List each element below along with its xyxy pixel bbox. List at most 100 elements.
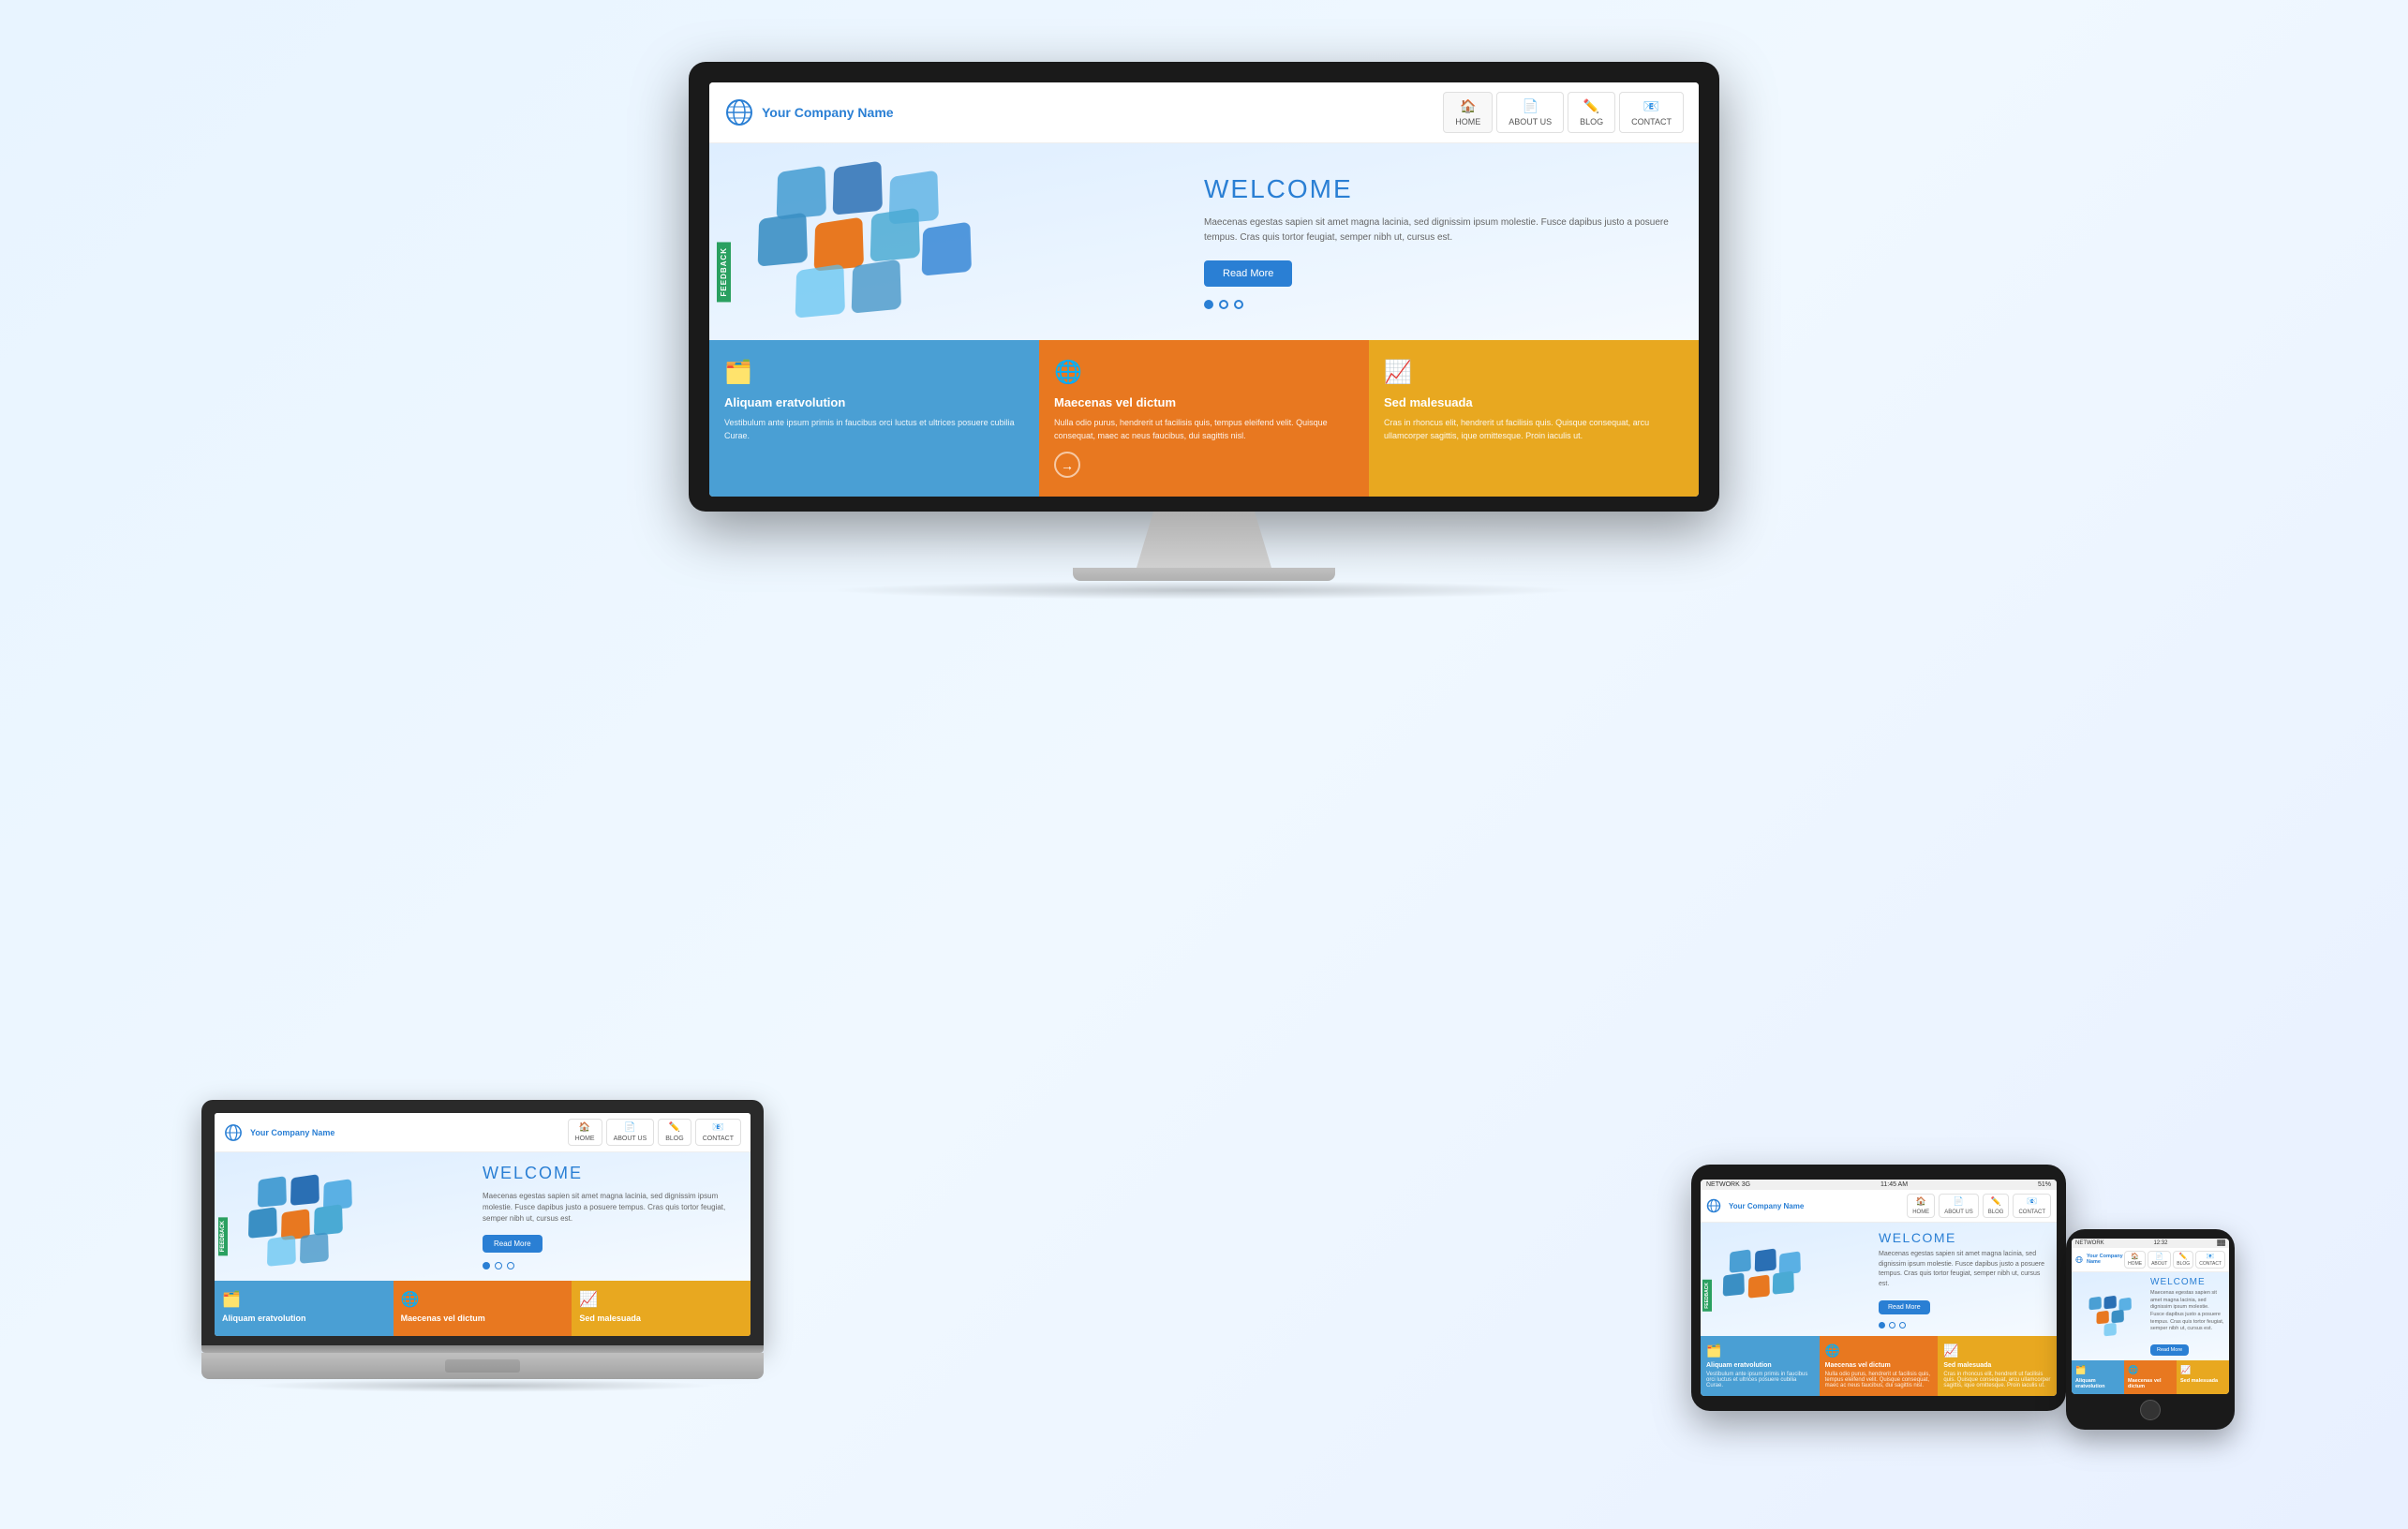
tablet-feedback-tab[interactable]: FEEDBACK (1702, 1280, 1712, 1312)
desktop-hero-image: FEEDBACK (709, 143, 1185, 340)
feature3-icon: 📈 (1384, 359, 1684, 386)
laptop-nav-contact[interactable]: 📧 CONTACT (695, 1119, 741, 1146)
laptop-device: Your Company Name 🏠 HOME 📄 ABOUT US (201, 1100, 764, 1392)
phone-feature1-icon: 🗂️ (2075, 1365, 2120, 1375)
tiles-graphic (747, 157, 972, 326)
desktop-site-header: Your Company Name 🏠 HOME 📄 ABOUT US (709, 82, 1699, 143)
tablet-feature1-text: Vestibulum ante ipsum primis in faucibus… (1706, 1372, 1814, 1388)
laptop-nav-blog[interactable]: ✏️ BLOG (658, 1119, 691, 1146)
tablet-contact-icon: 📧 (2027, 1196, 2037, 1207)
desktop-hero: FEEDBACK (709, 143, 1699, 340)
laptop-trackpad[interactable] (445, 1359, 520, 1373)
nav-contact[interactable]: 📧 CONTACT (1619, 92, 1684, 133)
phone-welcome-title: WELCOME (2150, 1277, 2224, 1287)
laptop-logo: Your Company Name (224, 1123, 334, 1142)
laptop-features: 🗂️ Aliquam eratvolution 🌐 Maecenas vel d… (215, 1281, 751, 1336)
phone-nav-contact[interactable]: 📧 CONTACT (2195, 1251, 2225, 1269)
laptop-feedback-tab[interactable]: FEEDBACK (218, 1217, 228, 1255)
tablet-feature2-title: Maecenas vel dictum (1825, 1362, 1933, 1369)
laptop-hero: FEEDBACK WELCOME (215, 1152, 751, 1281)
feature1-icon: 🗂️ (724, 359, 1024, 386)
tablet-site-header: Your Company Name 🏠 HOME 📄 ABOUT US (1701, 1190, 2057, 1223)
laptop-bezel: Your Company Name 🏠 HOME 📄 ABOUT US (201, 1100, 764, 1345)
tablet-dot-2[interactable] (1889, 1322, 1895, 1329)
read-more-button[interactable]: Read More (1204, 260, 1292, 287)
desktop-screen: Your Company Name 🏠 HOME 📄 ABOUT US (709, 82, 1699, 497)
feature3-text: Cras in rhoncus elit, hendrerit ut facil… (1384, 417, 1684, 442)
phone-feature-2: 🌐 Maecenas vel dictum (2124, 1360, 2177, 1394)
laptop-nav-home[interactable]: 🏠 HOME (568, 1119, 602, 1146)
laptop-welcome-title: WELCOME (483, 1164, 739, 1183)
phone-nav: 🏠 HOME 📄 ABOUT ✏️ BLOG 📧 (2124, 1251, 2225, 1269)
laptop-nav-about[interactable]: 📄 ABOUT US (606, 1119, 655, 1146)
nav-about[interactable]: 📄 ABOUT US (1496, 92, 1564, 133)
desktop-logo-text: Your Company Name (762, 105, 894, 120)
tablet-logo: Your Company Name (1706, 1198, 1804, 1213)
feature1-title: Aliquam eratvolution (724, 395, 1024, 409)
laptop-feature-1: 🗂️ Aliquam eratvolution (215, 1281, 394, 1336)
tablet-nav-contact[interactable]: 📧 CONTACT (2013, 1194, 2051, 1218)
laptop-logo-icon (224, 1123, 243, 1142)
dot-2[interactable] (1219, 300, 1228, 309)
nav-blog[interactable]: ✏️ BLOG (1568, 92, 1615, 133)
phone-feature3-title: Sed malesuada (2180, 1378, 2225, 1384)
tablet-nav-blog[interactable]: ✏️ BLOG (1983, 1194, 2010, 1218)
phone-nav-blog[interactable]: ✏️ BLOG (2173, 1251, 2193, 1269)
laptop-hinge (201, 1345, 764, 1353)
dot-3[interactable] (1234, 300, 1243, 309)
laptop-feature-2: 🌐 Maecenas vel dictum (394, 1281, 572, 1336)
laptop-hero-body: Maecenas egestas sapien sit amet magna l… (483, 1191, 739, 1225)
laptop-feature2-title: Maecenas vel dictum (401, 1314, 565, 1323)
phone-nav-home[interactable]: 🏠 HOME (2124, 1251, 2146, 1269)
laptop-feature-3: 📈 Sed malesuada (572, 1281, 751, 1336)
tablet-hero-body: Maecenas egestas sapien sit amet magna l… (1879, 1250, 2049, 1289)
phone-home-button[interactable] (2140, 1400, 2161, 1420)
hero-body-text: Maecenas egestas sapien sit amet magna l… (1204, 215, 1680, 245)
phone-read-more[interactable]: Read More (2150, 1344, 2189, 1356)
tablet-feature-3: 📈 Sed malesuada Cras in rhoncus elit, he… (1938, 1336, 2057, 1396)
tablet-feature1-icon: 🗂️ (1706, 1343, 1814, 1358)
feature-card-2: 🌐 Maecenas vel dictum Nulla odio purus, … (1039, 340, 1369, 497)
phone-feature2-title: Maecenas vel dictum (2128, 1378, 2173, 1389)
phone-about-icon: 📄 (2155, 1253, 2163, 1260)
tablet-nav-home[interactable]: 🏠 HOME (1907, 1194, 1935, 1218)
phone-blog-icon: ✏️ (2179, 1253, 2188, 1260)
laptop-dot-3[interactable] (507, 1262, 514, 1269)
tablet-about-icon: 📄 (1954, 1196, 1964, 1207)
phone-features: 🗂️ Aliquam eratvolution 🌐 Maecenas vel d… (2072, 1360, 2229, 1394)
desktop-bezel: Your Company Name 🏠 HOME 📄 ABOUT US (689, 62, 1719, 512)
tablet-feature3-text: Cras in rhoncus elit, hendrerit ut facil… (1943, 1372, 2051, 1388)
phone-site-header: Your Company Name 🏠 HOME 📄 ABOUT ✏️ (2072, 1248, 2229, 1272)
feature2-arrow[interactable]: → (1054, 452, 1080, 478)
laptop-dot-2[interactable] (495, 1262, 502, 1269)
laptop-screen: Your Company Name 🏠 HOME 📄 ABOUT US (215, 1113, 751, 1336)
welcome-title: WELCOME (1204, 174, 1680, 204)
tablet-nav-about[interactable]: 📄 ABOUT US (1939, 1194, 1979, 1218)
nav-home[interactable]: 🏠 HOME (1443, 92, 1493, 133)
dot-1[interactable] (1204, 300, 1213, 309)
laptop-read-more[interactable]: Read More (483, 1235, 543, 1253)
tablet-feature2-text: Nulla odio purus, hendrerit ut facilisis… (1825, 1372, 1933, 1388)
feature2-text: Nulla odio purus, hendrerit ut facilisis… (1054, 417, 1354, 442)
desktop-device: Your Company Name 🏠 HOME 📄 ABOUT US (689, 62, 1719, 600)
tablet-status-bar: NETWORK 3G 11:45 AM 51% (1701, 1180, 2057, 1190)
feedback-tab[interactable]: FEEDBACK (717, 242, 731, 302)
tablet-welcome-title: WELCOME (1879, 1230, 2049, 1245)
tablet-dot-3[interactable] (1899, 1322, 1906, 1329)
home-icon: 🏠 (1460, 98, 1476, 114)
hero-dots (1204, 300, 1680, 309)
laptop-logo-text: Your Company Name (250, 1128, 334, 1137)
tablet-tiles (1719, 1247, 1804, 1313)
phone-tiles (2083, 1295, 2134, 1337)
desktop-hero-text: WELCOME Maecenas egestas sapien sit amet… (1185, 156, 1699, 328)
logo-globe-icon (724, 97, 754, 127)
tablet-read-more[interactable]: Read More (1879, 1300, 1930, 1314)
laptop-feature2-icon: 🌐 (401, 1290, 565, 1309)
tablet-features: 🗂️ Aliquam eratvolution Vestibulum ante … (1701, 1336, 2057, 1396)
laptop-dot-1[interactable] (483, 1262, 490, 1269)
phone-nav-about[interactable]: 📄 ABOUT (2148, 1251, 2171, 1269)
laptop-dots (483, 1262, 739, 1269)
laptop-hero-text: WELCOME Maecenas egestas sapien sit amet… (471, 1152, 751, 1281)
tablet-nav: 🏠 HOME 📄 ABOUT US ✏️ BLOG 📧 (1907, 1194, 2051, 1218)
tablet-dot-1[interactable] (1879, 1322, 1885, 1329)
